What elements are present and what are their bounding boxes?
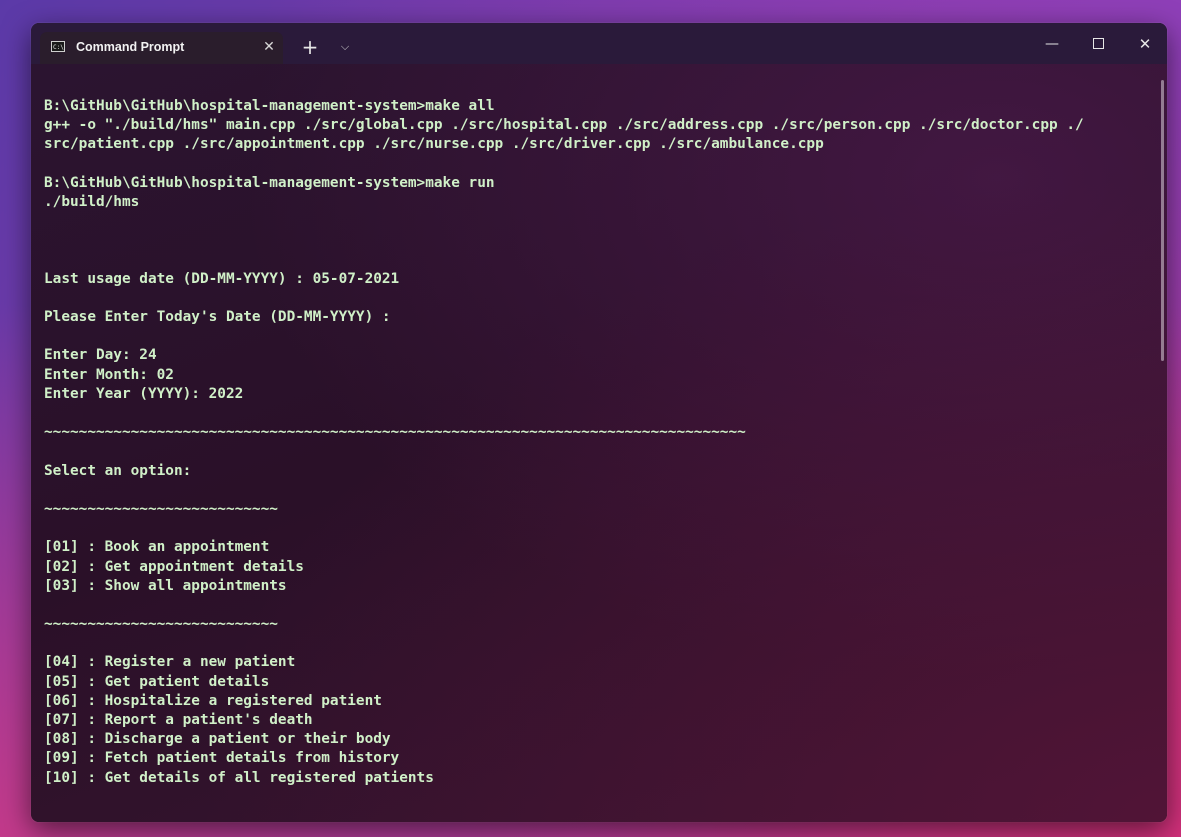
console-line: [09] : Fetch patient details from histor… [44,750,400,767]
console-line: [04] : Register a new patient [44,654,296,671]
title-bar[interactable]: C:\_ Command Prompt ✕ + ⌵ — ✕ [31,23,1167,64]
console-line: [07] : Report a patient's death [44,712,313,728]
console-line: [03] : Show all appointments [44,577,287,594]
console-line: g++ -o "./build/hms" main.cpp ./src/glob… [44,117,1084,134]
console-line: ~~~~~~~~~~~~~~~~~~~~~~~~~~~ [44,616,278,633]
console-line: ~~~~~~~~~~~~~~~~~~~~~~~~~~~ [44,500,278,517]
close-tab-icon[interactable]: ✕ [259,37,279,57]
tab-title: Command Prompt [76,40,185,54]
console-line: ~~~~~~~~~~~~~~~~~~~~~~~~~~~~~~~~~~~~~~~~… [44,424,746,441]
console-line: Enter Year (YYYY): 2022 [44,385,244,402]
console-line: B:\GitHub\GitHub\hospital-management-sys… [44,98,495,114]
tab-command-prompt[interactable]: C:\_ Command Prompt ✕ [40,32,283,64]
console-line: [10] : Get details of all registered pat… [44,769,434,786]
terminal-window: C:\_ Command Prompt ✕ + ⌵ — ✕ B:\GitHub\… [31,23,1167,822]
console-line: src/patient.cpp ./src/appointment.cpp ./… [44,136,824,153]
terminal-icon: C:\_ [51,41,65,52]
terminal-output-area[interactable]: B:\GitHub\GitHub\hospital-management-sys… [31,64,1167,822]
console-line: B:\GitHub\GitHub\hospital-management-sys… [44,174,495,191]
chevron-down-icon[interactable]: ⌵ [335,37,355,57]
console-line: [02] : Get appointment details [44,558,304,575]
console-line: Enter Day: 24 [44,347,157,364]
new-tab-button[interactable]: + [299,36,321,58]
console-line: Enter Month: 02 [44,366,174,383]
minimize-button[interactable]: — [1032,30,1072,58]
console-line: [06] : Hospitalize a registered patient [44,692,382,709]
console-line: Please Enter Today's Date (DD-MM-YYYY) : [44,309,391,326]
console-line: Select an option: [44,462,192,479]
console-line: ./build/hms [44,193,140,210]
console-output: B:\GitHub\GitHub\hospital-management-sys… [44,97,1084,788]
scrollbar-thumb[interactable] [1161,80,1164,361]
console-line: [05] : Get patient details [44,673,270,690]
close-window-button[interactable]: ✕ [1125,30,1165,58]
console-line: [08] : Discharge a patient or their body [44,731,391,748]
maximize-button[interactable] [1078,30,1118,58]
console-line: [01] : Book an appointment [44,539,270,556]
console-line: Last usage date (DD-MM-YYYY) : 05-07-202… [44,270,400,287]
maximize-icon [1092,37,1104,49]
